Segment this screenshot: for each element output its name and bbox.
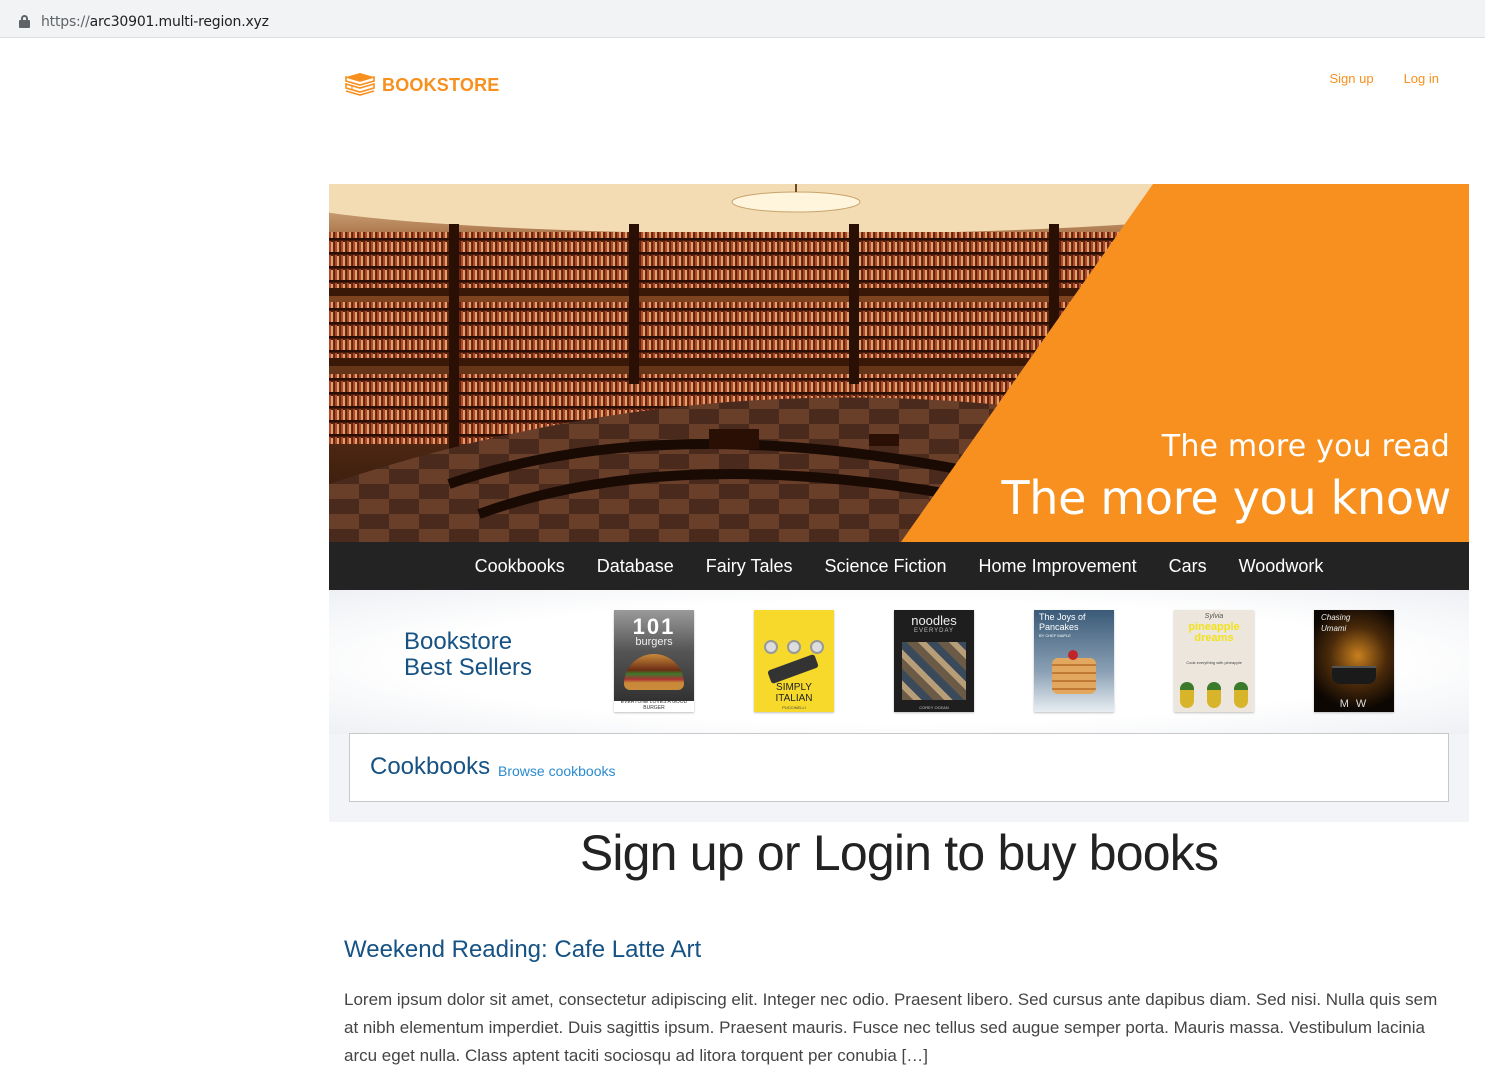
brand-name: BOOKSTORE — [382, 74, 500, 95]
nav-item-cookbooks[interactable]: Cookbooks — [475, 556, 565, 577]
nav-item-woodwork[interactable]: Woodwork — [1239, 556, 1324, 577]
nav-item-science-fiction[interactable]: Science Fiction — [824, 556, 946, 577]
book-cover-pancakes[interactable]: The Joys of Pancakes BY CHEF MAPLE — [1034, 610, 1114, 712]
book-cover-noodles[interactable]: noodles EVERYDAY COREY OCEAN — [894, 610, 974, 712]
best-sellers-list: 101 burgers EVERYONE LOVES A GOOD BURGER… — [614, 610, 1394, 712]
post-excerpt: Lorem ipsum dolor sit amet, consectetur … — [344, 990, 1438, 1065]
book-cover-burgers[interactable]: 101 burgers EVERYONE LOVES A GOOD BURGER — [614, 610, 694, 712]
cookbooks-heading: Cookbooks — [370, 753, 491, 780]
book-cover-pineapple-dreams[interactable]: Sylvia pineapple dreams Cook everything … — [1174, 610, 1254, 712]
brand-logo[interactable]: BOOKSTORE — [344, 72, 499, 98]
category-nav: Cookbooks Database Fairy Tales Science F… — [329, 542, 1469, 590]
url-field[interactable]: https://arc30901.multi-region.xyz — [0, 3, 1462, 35]
lock-icon[interactable] — [19, 15, 30, 28]
hero-banner: The more you read The more you know — [329, 184, 1469, 542]
url-text[interactable]: https://arc30901.multi-region.xyz — [41, 14, 269, 30]
book-cover-chasing-umami[interactable]: Chasing Umami M W — [1314, 610, 1394, 712]
browser-address-bar: https://arc30901.multi-region.xyz — [0, 0, 1485, 38]
nav-item-home-improvement[interactable]: Home Improvement — [979, 556, 1137, 577]
auth-links: Sign up Log in — [1329, 71, 1439, 86]
book-cover-simply-italian[interactable]: SIMPLY ITALIAN PUCCINELLI — [754, 610, 834, 712]
signup-banner: Sign up or Login to buy books — [579, 825, 1219, 881]
best-sellers-title: Bookstore Best Sellers — [404, 628, 533, 681]
hero-tagline-large: The more you know — [1001, 471, 1451, 525]
post-title-link[interactable]: Weekend Reading: Cafe Latte Art — [344, 936, 701, 964]
nav-item-database[interactable]: Database — [597, 556, 674, 577]
best-sellers-section: Bookstore Best Sellers 101 burgers EVERY… — [329, 590, 1469, 822]
nav-item-fairy-tales[interactable]: Fairy Tales — [706, 556, 793, 577]
hero-tagline-small: The more you read — [1161, 429, 1450, 464]
browse-cookbooks-link[interactable]: Browse cookbooks — [498, 763, 616, 779]
nav-item-cars[interactable]: Cars — [1169, 556, 1207, 577]
login-link[interactable]: Log in — [1404, 71, 1439, 86]
cookbooks-panel: Cookbooks Browse cookbooks — [349, 733, 1449, 802]
signup-link[interactable]: Sign up — [1329, 71, 1373, 86]
books-stack-icon — [345, 73, 375, 96]
